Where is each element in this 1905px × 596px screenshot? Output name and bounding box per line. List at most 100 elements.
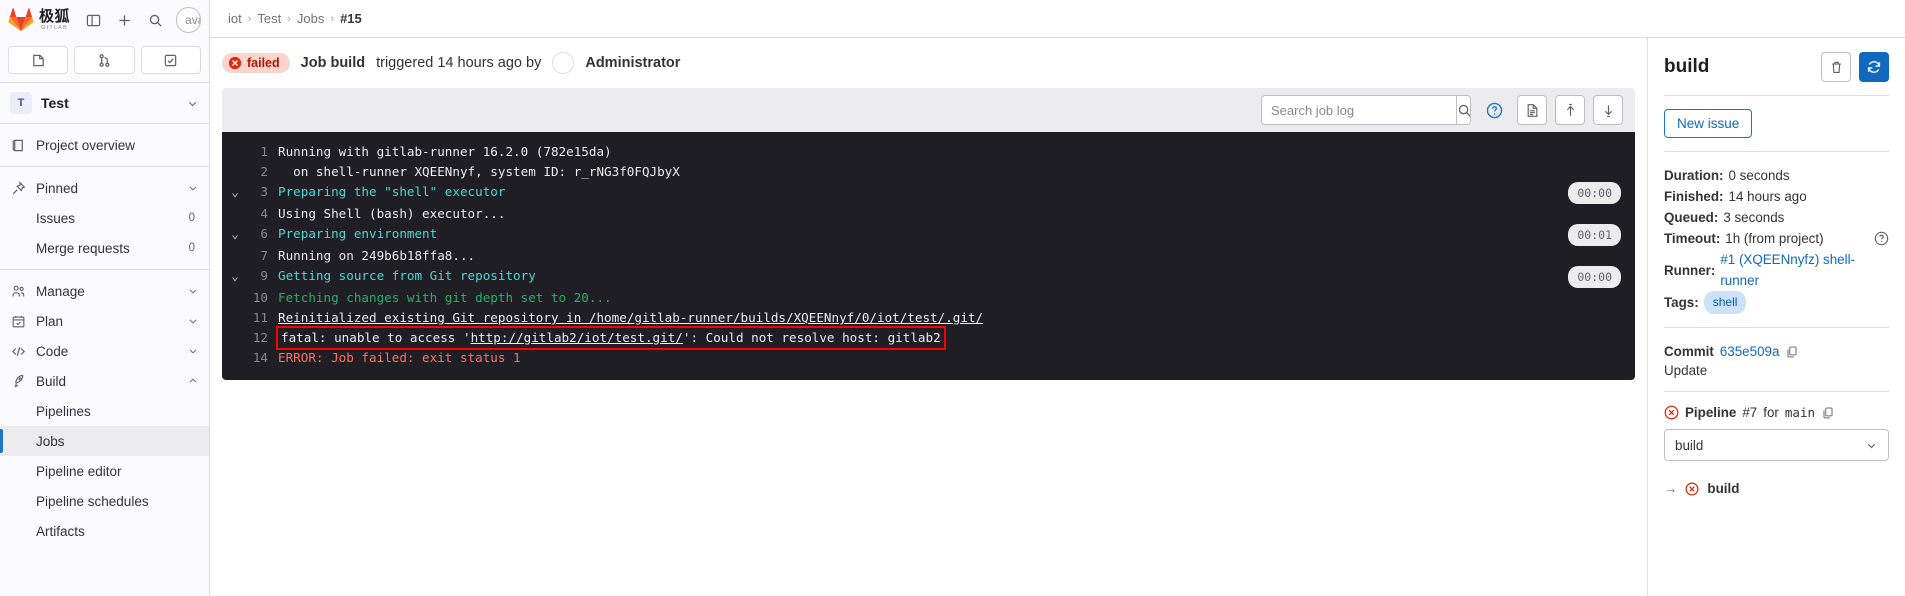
sidebar-item-jobs[interactable]: Jobs: [0, 426, 209, 456]
project-switcher[interactable]: T Test: [0, 83, 209, 124]
collapse-section-icon[interactable]: ⌄: [222, 266, 248, 286]
panel-toggle-icon[interactable]: [81, 8, 105, 32]
sidebar-item-pipeline-schedules[interactable]: Pipeline schedules: [0, 486, 209, 516]
scroll-bottom-icon[interactable]: [1593, 95, 1623, 125]
sidebar-item-pipelines[interactable]: Pipelines: [0, 396, 209, 426]
copy-icon[interactable]: [1821, 406, 1835, 420]
stage-job-row[interactable]: → build: [1664, 481, 1889, 496]
log-line-number: 14: [252, 350, 268, 365]
breadcrumb: iot › Test › Jobs › #15: [210, 0, 1905, 38]
project-icon: [10, 137, 26, 153]
breadcrumb-separator-icon: ›: [247, 12, 252, 25]
todos-tab-icon[interactable]: [140, 46, 201, 74]
stage-select[interactable]: build: [1664, 429, 1889, 461]
retry-icon[interactable]: [1859, 52, 1889, 82]
search-job-log-input[interactable]: [1262, 96, 1456, 124]
sidebar-item-artifacts[interactable]: Artifacts: [0, 516, 209, 546]
issues-tab-icon[interactable]: [8, 46, 69, 74]
avatar[interactable]: [552, 52, 575, 74]
job-log-lines: 1 Running with gitlab-runner 16.2.0 (782e…: [222, 142, 1635, 368]
help-icon[interactable]: [1479, 95, 1509, 125]
breadcrumb-item-jobs[interactable]: Jobs: [297, 11, 324, 26]
detail-value: 0 seconds: [1728, 168, 1790, 183]
search-icon[interactable]: [143, 8, 167, 32]
code-icon: [10, 343, 26, 359]
job-log-toolbar: [222, 88, 1635, 132]
sidebar-item-manage[interactable]: Manage: [0, 276, 209, 306]
rocket-icon: [10, 373, 26, 389]
detail-key: Timeout:: [1664, 231, 1721, 246]
job-log-search[interactable]: [1261, 95, 1471, 125]
breadcrumb-current[interactable]: #15: [340, 11, 362, 26]
log-line-number: 1: [260, 144, 268, 159]
job-triggered-text: triggered 14 hours ago by: [376, 55, 542, 71]
sidebar-item-project-overview[interactable]: Project overview: [0, 130, 209, 160]
sidebar-item-pipeline-editor[interactable]: Pipeline editor: [0, 456, 209, 486]
log-line-number: 10: [252, 290, 268, 305]
sidebar-item-pinned[interactable]: Pinned: [0, 173, 209, 203]
log-section-duration: 00:00: [1568, 266, 1621, 288]
scroll-top-icon[interactable]: [1555, 95, 1585, 125]
chevron-down-icon: [187, 182, 199, 194]
gitlab-logo[interactable]: 极狐 GITLAB: [8, 8, 70, 32]
runner-link[interactable]: #1 (XQEENnyfz) shell-runner: [1720, 249, 1889, 291]
pipeline-ref[interactable]: main: [1785, 405, 1815, 420]
stage-select-value: build: [1675, 437, 1704, 453]
sidebar-item-plan[interactable]: Plan: [0, 306, 209, 336]
log-line-text: Running with gitlab-runner 16.2.0 (782e1…: [278, 144, 612, 159]
copy-icon[interactable]: [1785, 345, 1799, 359]
sidebar-item-code[interactable]: Code: [0, 336, 209, 366]
sidebar-item-build[interactable]: Build: [0, 366, 209, 396]
brand-name-cn: 极狐: [39, 8, 71, 25]
sidebar-item-merge-requests[interactable]: Merge requests 0: [0, 233, 209, 263]
job-author[interactable]: Administrator: [585, 55, 680, 71]
collapse-section-icon[interactable]: ⌄: [222, 224, 248, 244]
status-badge[interactable]: failed: [222, 53, 290, 73]
log-line-number: 3: [260, 184, 268, 199]
breadcrumb-separator-icon: ›: [287, 12, 291, 25]
job-details-list: Duration: 0 seconds Finished: 14 hours a…: [1664, 165, 1889, 314]
detail-value: 1h (from project): [1725, 231, 1824, 246]
users-icon: [10, 283, 26, 299]
sidebar-label: Code: [36, 343, 69, 359]
merge-requests-count-badge: 0: [188, 242, 195, 254]
detail-runner: Runner: #1 (XQEENnyfz) shell-runner: [1664, 249, 1889, 291]
search-input[interactable]: avai: [176, 7, 201, 33]
pipeline-for-text: for: [1763, 405, 1779, 420]
merge-requests-tab-icon[interactable]: [74, 46, 135, 74]
sidebar-item-issues[interactable]: Issues 0: [0, 203, 209, 233]
trash-icon[interactable]: [1821, 52, 1851, 82]
plus-icon[interactable]: [112, 8, 136, 32]
detail-duration: Duration: 0 seconds: [1664, 165, 1889, 186]
chevron-down-icon: [187, 315, 199, 327]
chevron-up-icon: [187, 375, 199, 387]
failed-status-icon: [228, 56, 242, 70]
detail-value: 14 hours ago: [1728, 189, 1807, 204]
commit-label: Commit: [1664, 344, 1714, 359]
raw-log-icon[interactable]: [1517, 95, 1547, 125]
detail-key: Queued:: [1664, 210, 1719, 225]
help-icon[interactable]: [1874, 231, 1889, 246]
job-log-output[interactable]: 1 Running with gitlab-runner 16.2.0 (782e…: [222, 132, 1635, 380]
new-issue-button[interactable]: New issue: [1664, 109, 1753, 138]
log-line-number: 4: [260, 206, 268, 221]
project-name: Test: [41, 95, 69, 111]
log-line-number: 7: [260, 248, 268, 263]
collapse-section-icon[interactable]: ⌄: [222, 182, 248, 202]
breadcrumb-item-iot[interactable]: iot: [228, 11, 242, 26]
log-line-text: Reinitialized existing Git repository in…: [278, 308, 1621, 328]
log-url-link[interactable]: http://gitlab2/iot/test.git/: [471, 330, 683, 345]
main-area: iot › Test › Jobs › #15 failed Job build…: [210, 0, 1905, 596]
pipeline-number[interactable]: #7: [1742, 405, 1757, 420]
search-icon[interactable]: [1456, 96, 1470, 124]
tag-badge[interactable]: shell: [1703, 291, 1747, 314]
detail-key: Duration:: [1664, 168, 1724, 183]
commit-row: Commit 635e509a: [1664, 341, 1889, 363]
commit-sha-link[interactable]: 635e509a: [1720, 341, 1780, 363]
detail-key: Runner:: [1664, 262, 1716, 278]
chevron-down-icon: [187, 345, 199, 357]
divider: [0, 269, 209, 270]
breadcrumb-item-test[interactable]: Test: [257, 11, 281, 26]
sidebar-label: Pinned: [36, 180, 79, 196]
job-sidebar-title: build: [1664, 56, 1710, 77]
